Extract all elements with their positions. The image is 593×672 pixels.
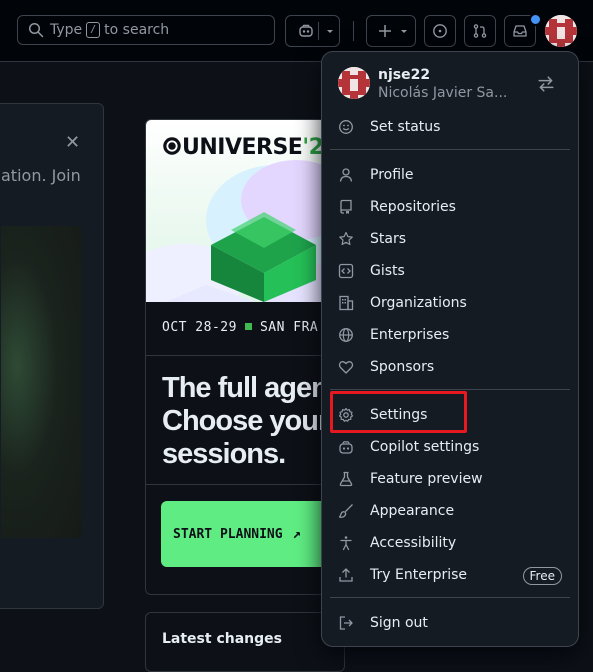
menu-item-enterprises[interactable]: Enterprises [330,320,570,350]
header-divider [353,21,354,41]
settings-highlight-box [330,391,467,433]
menu-item-label: Sponsors [370,359,435,375]
person-icon [338,167,354,183]
menu-item-label: Gists [370,263,405,279]
menu-item-feature-preview[interactable]: Feature preview [330,464,570,494]
smiley-icon [338,119,354,135]
search-placeholder: Type / to search [50,22,169,38]
accessibility-icon [338,535,354,551]
menu-item-label: Appearance [370,503,455,519]
menu-item-label: Repositories [370,199,456,215]
github-mark-icon [162,136,182,162]
card-divider [146,484,344,485]
menu-item-appearance[interactable]: Appearance [330,496,570,526]
menu-item-copilot-settings[interactable]: Copilot settings [330,432,570,462]
plus-icon [377,23,393,39]
cube-illustration [146,160,344,302]
start-planning-button[interactable]: START PLANNING ↗ [161,501,344,567]
identicon-icon [545,15,577,47]
menu-item-label: Organizations [370,295,467,311]
paintbrush-icon [338,503,354,519]
issue-opened-icon [432,23,448,39]
menu-item-label: Sign out [370,615,428,631]
code-square-icon [338,263,354,279]
universe-card: UNIVERSE'2 OCT 28-29 SAN FRA The full age… [145,119,345,595]
start-planning-label: START PLANNING [173,526,283,542]
menu-item-gists[interactable]: Gists [330,256,570,286]
universe-brand-text: UNIVERSE [182,135,303,160]
menu-item-label: Enterprises [370,327,450,343]
headline-line-2: Choose your f [162,405,344,437]
star-icon [338,231,354,247]
inbox-icon [512,23,528,39]
menu-item-repositories[interactable]: Repositories [330,192,570,222]
menu-divider [330,149,570,150]
search-icon [28,22,44,38]
event-headline: The full agend Choose your f sessions. [162,372,345,471]
menu-item-try-enterprise[interactable]: Try Enterprise Free [330,560,570,590]
announcement-panel: ✕ ation. Join [0,103,104,609]
menu-item-label: Try Enterprise [370,567,468,583]
identicon-icon [338,67,370,99]
chevron-down-icon [398,25,410,37]
chevron-down-icon [324,25,336,37]
menu-item-label: Accessibility [370,535,457,551]
copilot-icon [338,439,354,455]
beaker-icon [338,471,354,487]
menu-item-organizations[interactable]: Organizations [330,288,570,318]
universe-banner: UNIVERSE'2 [146,120,344,302]
issues-button[interactable] [424,15,456,47]
menu-item-label: Stars [370,231,407,247]
pull-requests-button[interactable] [464,15,496,47]
event-date: OCT 28-29 [162,320,237,335]
menu-item-label: Set status [370,119,441,135]
separator-square [244,323,252,330]
git-pull-request-icon [472,23,488,39]
organization-icon [338,295,354,311]
menu-full-name: Nicolás Javier Sa... [378,85,508,101]
user-menu: njse22 Nicolás Javier Sa... Set status P… [321,51,579,647]
headline-line-3: sessions. [162,438,286,470]
menu-item-label: Feature preview [370,471,483,487]
announcement-image [1,226,81,538]
menu-item-stars[interactable]: Stars [330,224,570,254]
upload-icon [338,567,354,583]
menu-username: njse22 [378,67,431,83]
free-badge: Free [522,567,562,585]
search-input[interactable]: Type / to search [17,15,275,45]
card-divider [146,355,344,356]
latest-changes-title: Latest changes [162,631,282,647]
universe-logo: UNIVERSE'2 [162,135,324,162]
search-shortcut-key: / [86,22,101,38]
menu-divider [330,597,570,598]
menu-item-profile[interactable]: Profile [330,160,570,190]
switch-account-icon[interactable] [537,75,555,93]
create-new-button[interactable] [366,15,416,47]
menu-avatar [338,67,370,99]
search-suffix: to search [104,22,170,38]
event-location: SAN FRA [259,320,319,335]
announcement-text: ation. Join [1,166,81,185]
menu-item-set-status[interactable]: Set status [330,112,570,142]
menu-item-accessibility[interactable]: Accessibility [330,528,570,558]
notification-dot [529,13,542,26]
menu-item-sign-out[interactable]: Sign out [330,608,570,638]
headline-line-1: The full agend [162,372,345,404]
menu-item-sponsors[interactable]: Sponsors [330,352,570,382]
copilot-button[interactable] [285,15,340,47]
search-prefix: Type [50,22,83,38]
heart-icon [338,359,354,375]
sign-out-icon [338,615,354,631]
menu-divider [330,389,570,390]
arrow-up-right-icon: ↗ [292,526,302,542]
menu-item-label: Copilot settings [370,439,480,455]
globe-icon [338,327,354,343]
copilot-icon [298,23,314,39]
repo-icon [338,199,354,215]
avatar[interactable] [545,15,577,47]
latest-changes-card: Latest changes [145,612,345,672]
menu-item-label: Profile [370,167,414,183]
event-dateline: OCT 28-29 SAN FRA [162,320,318,335]
close-icon[interactable]: ✕ [65,132,80,153]
